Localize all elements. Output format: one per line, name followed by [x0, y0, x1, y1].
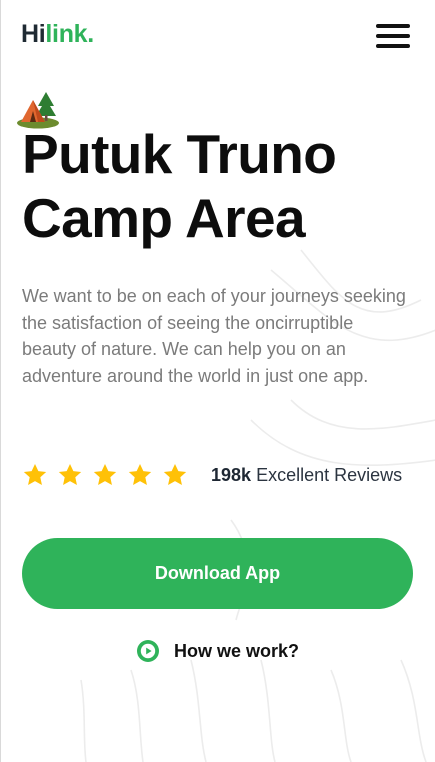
title-line-1: Putuk Truno	[22, 123, 337, 185]
menu-bar	[376, 24, 410, 28]
review-summary: 198k Excellent Reviews	[211, 465, 402, 486]
title-line-2: Camp Area	[22, 187, 306, 249]
star-icon	[58, 463, 82, 485]
page: Hilink. Putuk Truno Camp Area We want to…	[0, 0, 435, 762]
review-count: 198k	[211, 465, 252, 485]
logo-text-link: link.	[45, 20, 94, 48]
menu-bar	[376, 44, 410, 48]
star-icon	[23, 463, 47, 485]
page-title: Putuk Truno Camp Area	[22, 122, 422, 250]
star-icon	[163, 463, 187, 485]
review-label: Excellent Reviews	[256, 465, 403, 485]
how-we-work-label: How we work?	[174, 640, 300, 661]
menu-bar	[376, 34, 410, 38]
brand-logo[interactable]: Hilink.	[21, 20, 94, 49]
star-icon	[93, 463, 117, 485]
hamburger-menu-icon[interactable]	[376, 22, 412, 50]
logo-text-hi: Hi	[21, 20, 46, 48]
rating-row: 198k Excellent Reviews	[22, 460, 422, 492]
navbar: Hilink.	[1, 0, 435, 72]
download-app-button[interactable]: Download App	[22, 538, 413, 609]
how-we-work-link[interactable]: How we work?	[137, 638, 299, 664]
star-icon	[128, 463, 152, 485]
hero-description: We want to be on each of your journeys s…	[22, 286, 406, 386]
play-circle-icon	[137, 640, 159, 662]
